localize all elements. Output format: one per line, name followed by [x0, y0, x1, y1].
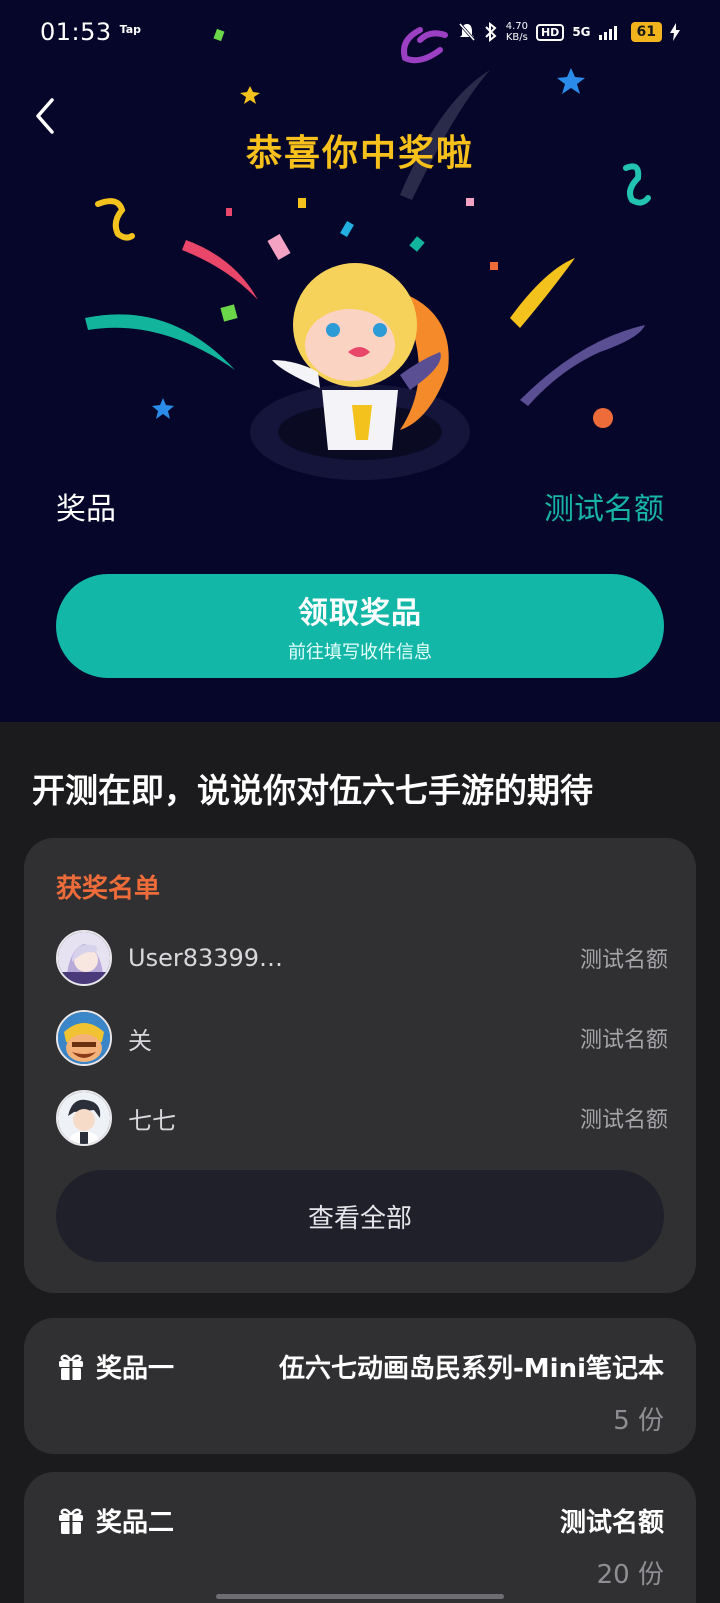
prize-name: 伍六七动画岛民系列-Mini笔记本 — [279, 1354, 664, 1384]
winner-name: 七七 — [128, 1106, 176, 1135]
prize-value: 测试名额 — [544, 492, 664, 527]
winner-name: User83399… — [128, 944, 284, 972]
prize-name: 测试名额 — [559, 1508, 664, 1538]
barbarian-avatar — [56, 1010, 112, 1066]
speed-value: 4.70 — [505, 21, 528, 32]
network-type: 5G — [572, 25, 591, 39]
claim-button-subtitle: 前往填写收件信息 — [288, 642, 432, 663]
speed-unit: KB/s — [505, 32, 528, 43]
bluetooth-icon — [484, 22, 497, 42]
view-all-button[interactable]: 查看全部 — [56, 1170, 664, 1262]
winner-name: 关 — [128, 1026, 152, 1055]
winner-row[interactable]: 七七 测试名额 — [56, 1090, 668, 1146]
status-icons: 4.70 KB/s HD 5G 61 — [458, 21, 680, 43]
activity-heading: 开测在即，说说你对伍六七手游的期待 — [32, 771, 593, 810]
winners-title: 获奖名单 — [56, 874, 161, 904]
hero-banner: 01:53 Tap 4.70 KB/s HD 5G 61 恭喜你中奖啦 奖品 测… — [0, 0, 720, 722]
prize-card: 奖品一 伍六七动画岛民系列-Mini笔记本 5 份 — [24, 1318, 696, 1454]
winner-prize: 测试名额 — [579, 948, 668, 973]
hd-badge: HD — [535, 23, 565, 41]
prize-quantity: 20 份 — [596, 1560, 664, 1590]
prize-card: 奖品二 测试名额 20 份 — [24, 1472, 696, 1603]
anime-girl-avatar — [56, 930, 112, 986]
gift-icon — [59, 1353, 83, 1380]
winner-prize: 测试名额 — [579, 1108, 668, 1133]
prize-label: 奖品 — [56, 492, 116, 527]
signal-icon — [598, 26, 617, 40]
winner-row[interactable]: User83399… 测试名额 — [56, 930, 668, 986]
status-time: 01:53 — [40, 18, 112, 46]
tap-app-icon: Tap — [119, 22, 142, 36]
battery-indicator: 61 — [630, 22, 662, 42]
claim-button-title: 领取奖品 — [298, 596, 422, 631]
winners-card: 获奖名单 User83399… 测试名额 关 测试名额 七七 测试名额 查看全部 — [24, 838, 696, 1293]
anime-boy-avatar — [56, 1090, 112, 1146]
prize-quantity: 5 份 — [613, 1406, 664, 1436]
prize-card-header: 奖品一 — [58, 1348, 174, 1385]
prize-card-label: 奖品二 — [96, 1508, 175, 1538]
prize-card-header: 奖品二 — [58, 1502, 174, 1539]
gift-icon — [59, 1507, 83, 1534]
status-bar: 01:53 Tap 4.70 KB/s HD 5G 61 — [0, 0, 720, 64]
mute-icon — [458, 23, 475, 41]
home-indicator[interactable] — [216, 1594, 504, 1599]
prize-row: 奖品 测试名额 — [56, 484, 664, 528]
winner-row[interactable]: 关 测试名额 — [56, 1010, 668, 1066]
charging-icon — [670, 23, 680, 41]
network-speed: 4.70 KB/s — [506, 21, 528, 43]
winner-prize: 测试名额 — [579, 1028, 668, 1053]
claim-prize-button[interactable]: 领取奖品 前往填写收件信息 — [56, 574, 664, 678]
page-title: 恭喜你中奖啦 — [245, 133, 474, 174]
prize-card-label: 奖品一 — [96, 1354, 175, 1384]
